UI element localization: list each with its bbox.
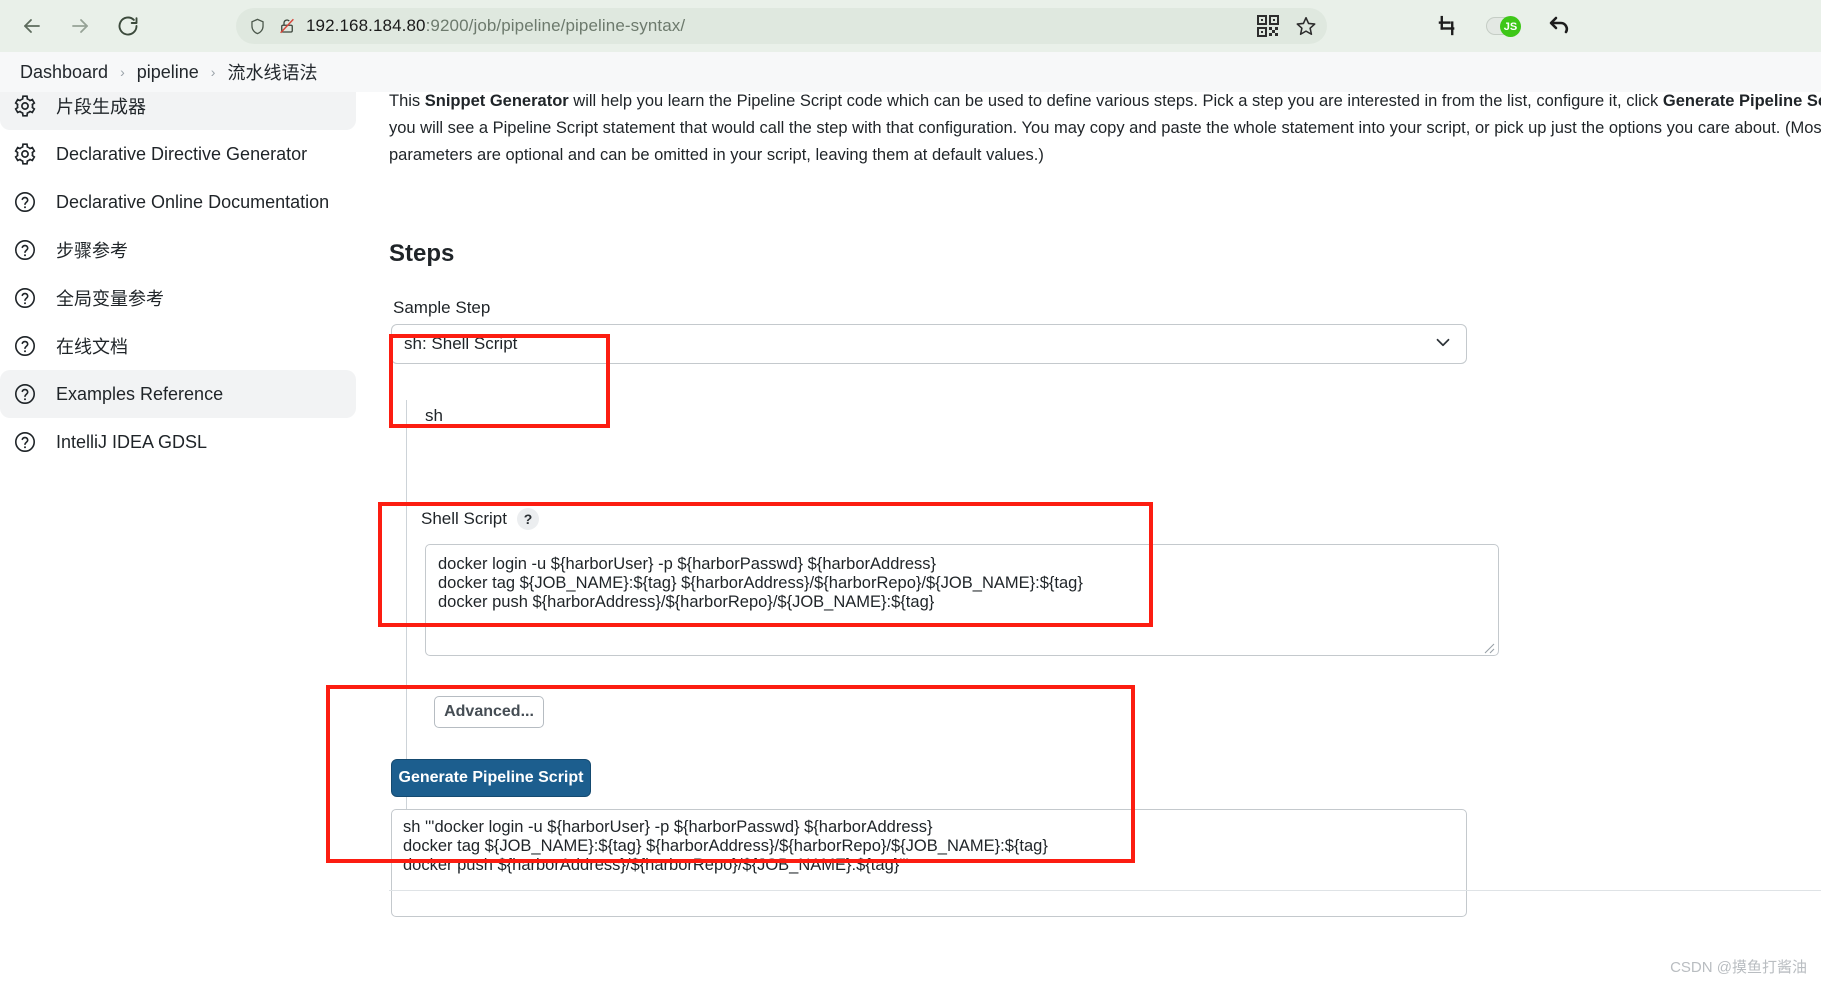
intro-paragraph: This Snippet Generator will help you lea… bbox=[389, 88, 1821, 169]
extension-toolbar: JS bbox=[1436, 8, 1572, 44]
intro-bold-generate-pipeline-script: Generate Pipeline Script bbox=[1662, 92, 1821, 110]
sample-step-label: Sample Step bbox=[393, 298, 491, 317]
breadcrumb-item-pipeline[interactable]: pipeline bbox=[127, 62, 209, 83]
sidebar-item-label: 在线文档 bbox=[56, 337, 128, 357]
resize-handle-icon[interactable] bbox=[1481, 640, 1495, 654]
url-host: 192.168.184.80 bbox=[306, 16, 426, 35]
address-bar[interactable]: 192.168.184.80:9200/job/pipeline/pipelin… bbox=[236, 8, 1327, 44]
back-button[interactable] bbox=[12, 6, 52, 46]
sidebar-item-label: Declarative Directive Generator bbox=[56, 143, 308, 164]
crop-capture-icon[interactable] bbox=[1436, 15, 1458, 37]
sample-step-select[interactable]: sh: Shell Script bbox=[391, 324, 1467, 364]
sidebar-item-label: Declarative Online Documentation bbox=[56, 191, 330, 212]
js-toggle-label: JS bbox=[1500, 16, 1521, 37]
sidebar-item-intellij-idea-gdsl[interactable]: IntelliJ IDEA GDSL bbox=[0, 418, 356, 466]
generated-script-output[interactable]: sh '''docker login -u ${harborUser} -p $… bbox=[391, 809, 1467, 917]
sample-step-value: sh: Shell Script bbox=[404, 334, 518, 353]
sidebar-item-label: 步骤参考 bbox=[56, 241, 128, 261]
sidebar-item-examples-reference[interactable]: Examples Reference bbox=[0, 370, 356, 418]
gear-icon bbox=[12, 141, 38, 167]
reload-icon bbox=[116, 14, 140, 38]
help-circle-icon bbox=[12, 189, 38, 215]
breadcrumb-separator: › bbox=[210, 64, 216, 80]
help-circle-icon bbox=[12, 381, 38, 407]
shield-icon[interactable] bbox=[242, 17, 272, 36]
qr-code-icon[interactable] bbox=[1257, 15, 1279, 37]
intro-prefix: This bbox=[389, 92, 425, 110]
gear-icon bbox=[12, 93, 38, 119]
forward-arrow-icon bbox=[68, 14, 92, 38]
page-body: Dashboard › pipeline › 流水线语法 片段生成器 Decla… bbox=[0, 52, 1821, 985]
steps-heading: Steps bbox=[389, 240, 455, 267]
intro-bold-snippet-generator: Snippet Generator bbox=[424, 92, 569, 110]
shell-script-label: Shell Script bbox=[421, 509, 507, 528]
watermark: CSDN @摸鱼打酱油 bbox=[1670, 959, 1807, 976]
sidebar-item-step-reference[interactable]: 步骤参考 bbox=[0, 226, 356, 274]
sidebar-item-declarative-directive-generator[interactable]: Declarative Directive Generator bbox=[0, 130, 356, 178]
breadcrumb-item-pipeline-syntax[interactable]: 流水线语法 bbox=[217, 59, 327, 85]
url-path: :9200/job/pipeline/pipeline-syntax/ bbox=[425, 16, 686, 35]
help-circle-icon bbox=[12, 429, 38, 455]
generate-pipeline-script-button[interactable]: Generate Pipeline Script bbox=[391, 759, 591, 797]
sidebar-item-global-variable-reference[interactable]: 全局变量参考 bbox=[0, 274, 356, 322]
sidebar: 片段生成器 Declarative Directive Generator De… bbox=[0, 82, 356, 466]
sidebar-item-label: Examples Reference bbox=[56, 383, 224, 404]
reload-button[interactable] bbox=[108, 6, 148, 46]
sidebar-item-online-documentation[interactable]: 在线文档 bbox=[0, 322, 356, 370]
breadcrumb-separator: › bbox=[120, 64, 125, 80]
advanced-button[interactable]: Advanced... bbox=[434, 696, 544, 728]
chevron-down-icon bbox=[1432, 331, 1454, 358]
breadcrumb-item-dashboard[interactable]: Dashboard bbox=[10, 62, 118, 83]
help-icon[interactable]: ? bbox=[516, 508, 539, 530]
help-circle-icon bbox=[12, 333, 38, 359]
back-arrow-icon bbox=[20, 14, 44, 38]
nested-section-rule bbox=[406, 400, 407, 880]
sidebar-item-label: 全局变量参考 bbox=[56, 289, 164, 309]
omnibox-actions bbox=[1257, 12, 1317, 40]
help-circle-icon bbox=[12, 285, 38, 311]
undo-arrow-icon[interactable] bbox=[1548, 14, 1572, 38]
sidebar-item-label: 片段生成器 bbox=[56, 97, 146, 117]
forward-button[interactable] bbox=[60, 6, 100, 46]
javascript-toggle[interactable]: JS bbox=[1486, 16, 1521, 37]
sh-step-marker: sh bbox=[425, 406, 443, 425]
sidebar-item-declarative-online-documentation[interactable]: Declarative Online Documentation bbox=[0, 178, 356, 226]
shell-script-label-group: Shell Script ? bbox=[421, 508, 539, 530]
intro-mid1: will help you learn the Pipeline Script … bbox=[568, 92, 1663, 110]
url-text: 192.168.184.80:9200/job/pipeline/pipelin… bbox=[306, 16, 685, 36]
section-divider bbox=[389, 890, 1821, 891]
insecure-lock-icon[interactable] bbox=[272, 17, 302, 35]
shell-script-input[interactable]: docker login -u ${harborUser} -p ${harbo… bbox=[425, 544, 1499, 656]
breadcrumb: Dashboard › pipeline › 流水线语法 bbox=[0, 52, 1821, 92]
snippet-generator-panel: This Snippet Generator will help you lea… bbox=[389, 88, 1821, 917]
browser-toolbar: 192.168.184.80:9200/job/pipeline/pipelin… bbox=[0, 0, 1821, 52]
help-circle-icon bbox=[12, 237, 38, 263]
star-bookmark-icon[interactable] bbox=[1295, 15, 1317, 37]
sidebar-item-label: IntelliJ IDEA GDSL bbox=[56, 431, 208, 452]
